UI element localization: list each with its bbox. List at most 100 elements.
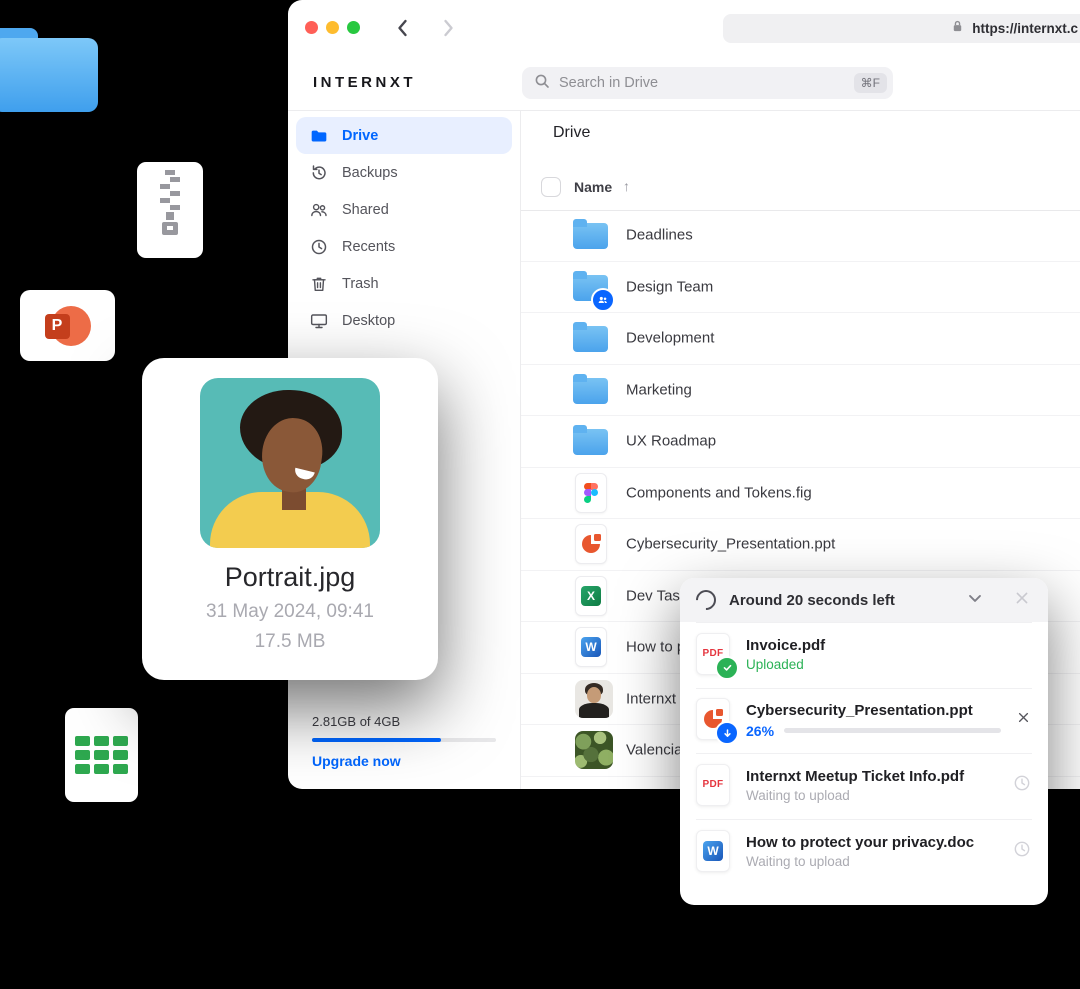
file-name: Design Team — [626, 278, 713, 295]
sidebar-item[interactable]: Recents — [296, 228, 512, 265]
sidebar-item[interactable]: Desktop — [296, 302, 512, 339]
upload-status-label: Waiting to upload — [746, 854, 998, 869]
file-card-icon: X W — [575, 576, 607, 616]
upgrade-link[interactable]: Upgrade now — [312, 753, 496, 769]
waiting-clock-icon — [1012, 839, 1032, 864]
file-type-icon: X W — [573, 370, 613, 410]
page-title: Drive — [553, 124, 590, 142]
table-row[interactable]: X W UX Roadmap — [521, 416, 1080, 468]
folder-icon — [573, 378, 608, 404]
sort-ascending-icon[interactable]: ↑ — [623, 178, 630, 194]
address-bar[interactable]: https://internxt.c — [723, 14, 1080, 43]
upload-progress: 26% — [746, 723, 1001, 739]
upload-file-icon: PDF W — [696, 698, 732, 742]
sidebar-item-label: Backups — [342, 165, 398, 181]
name-column-header[interactable]: Name — [574, 179, 612, 195]
upload-panel-header: Around 20 seconds left — [680, 578, 1048, 622]
upload-file-name: Cybersecurity_Presentation.ppt — [746, 702, 1001, 719]
url-text: https://internxt.c — [972, 21, 1078, 36]
uploading-arrow-badge-icon — [715, 721, 739, 745]
file-name: Valencia — [626, 742, 682, 759]
upload-progress-track — [784, 728, 1001, 733]
sidebar-item[interactable]: Trash — [296, 265, 512, 302]
file-card-icon: X W — [575, 627, 607, 667]
uploaded-check-badge-icon — [715, 656, 739, 680]
excel-icon: X — [581, 586, 601, 606]
sidebar-item-label: Recents — [342, 239, 395, 255]
file-type-icon: X W — [573, 576, 613, 616]
collapse-chevron-down-icon[interactable] — [965, 588, 985, 613]
back-button[interactable] — [391, 16, 415, 40]
upload-item-text: Internxt Meetup Ticket Info.pdf Waiting … — [746, 768, 998, 803]
upload-item: PDF W Cybersecurity_Presentation.ppt — [680, 688, 1048, 754]
sidebar-item[interactable]: Shared — [296, 191, 512, 228]
file-name: Development — [626, 330, 714, 347]
upload-progress-panel: Around 20 seconds left PDF W — [680, 578, 1048, 905]
folder-icon — [573, 223, 608, 249]
upload-file-name: Invoice.pdf — [746, 637, 1032, 654]
table-row[interactable]: X W Deadlines — [521, 210, 1080, 262]
window-controls — [305, 21, 360, 34]
sidebar-item-icon — [309, 163, 329, 183]
sidebar-item[interactable]: Backups — [296, 154, 512, 191]
upload-status-label: Uploaded — [746, 657, 1032, 672]
upload-item: PDF W How to protect your privacy.doc Wa… — [680, 819, 1048, 885]
file-type-icon: X W — [573, 318, 613, 358]
zoom-window-button[interactable] — [347, 21, 360, 34]
cancel-upload-icon[interactable] — [1015, 709, 1032, 731]
sidebar-item[interactable]: Drive — [296, 117, 512, 154]
sidebar-item-label: Trash — [342, 276, 379, 292]
table-row[interactable]: X W Marketing — [521, 365, 1080, 417]
select-all-checkbox[interactable] — [541, 177, 561, 197]
file-name: Deadlines — [626, 227, 693, 244]
file-name: How to p — [626, 639, 685, 656]
search-input[interactable]: Search in Drive ⌘F — [522, 67, 893, 99]
search-shortcut-badge: ⌘F — [854, 73, 887, 93]
upload-file-icon: PDF W — [696, 764, 732, 808]
table-row[interactable]: X W Development — [521, 313, 1080, 365]
table-row[interactable]: X W Design Team — [521, 262, 1080, 314]
person-photo-thumbnail — [575, 680, 613, 718]
sidebar-item-icon — [309, 237, 329, 257]
file-preview-card: Portrait.jpg 31 May 2024, 09:41 17.5 MB — [142, 358, 438, 680]
sidebar-item-icon — [309, 311, 329, 331]
sidebar-nav: Drive Backups — [288, 110, 520, 346]
file-type-icon: X W — [573, 473, 613, 513]
upload-item-text: Invoice.pdf Uploaded — [746, 637, 1032, 672]
close-panel-icon[interactable] — [1012, 588, 1032, 613]
floating-folder-icon — [0, 28, 98, 112]
upload-file-icon: PDF W — [696, 633, 732, 677]
upload-items: PDF W Invoice.pdf Uploaded — [680, 622, 1048, 884]
powerpoint-icon — [582, 535, 600, 553]
table-row[interactable]: X W Components and Tokens.fig — [521, 468, 1080, 520]
search-icon — [534, 73, 550, 94]
upload-file-icon: PDF W — [696, 830, 732, 874]
waiting-clock-icon — [1012, 773, 1032, 798]
upload-item-text: Cybersecurity_Presentation.ppt 26% — [746, 702, 1001, 739]
shared-folder-badge-icon — [591, 288, 615, 312]
file-type-icon: X W — [573, 730, 613, 770]
storage-progress-fill — [312, 738, 441, 742]
floating-zip-file-icon — [137, 162, 203, 258]
preview-date: 31 May 2024, 09:41 — [142, 601, 438, 623]
forward-button[interactable] — [436, 16, 460, 40]
minimize-window-button[interactable] — [326, 21, 339, 34]
close-window-button[interactable] — [305, 21, 318, 34]
file-type-icon: X W — [573, 679, 613, 719]
sidebar-item-label: Drive — [342, 128, 378, 144]
table-row[interactable]: X W Cybersecurity_Presentation.ppt — [521, 519, 1080, 571]
storage-progress-track — [312, 738, 496, 742]
figma-icon — [584, 483, 598, 503]
search-placeholder: Search in Drive — [559, 75, 845, 91]
file-card-icon: X W — [575, 473, 607, 513]
word-icon: W — [581, 637, 601, 657]
upload-item: PDF W Internxt Meetup Ticket Info.pdf Wa… — [680, 753, 1048, 819]
pdf-icon: PDF — [703, 779, 724, 790]
file-name: Components and Tokens.fig — [626, 484, 812, 501]
file-type-icon: X W — [573, 524, 613, 564]
preview-filename: Portrait.jpg — [142, 562, 438, 593]
sidebar-item-icon — [309, 200, 329, 220]
file-type-icon: X W — [573, 627, 613, 667]
file-name: Cybersecurity_Presentation.ppt — [626, 536, 835, 553]
file-name: Internxt — [626, 690, 676, 707]
